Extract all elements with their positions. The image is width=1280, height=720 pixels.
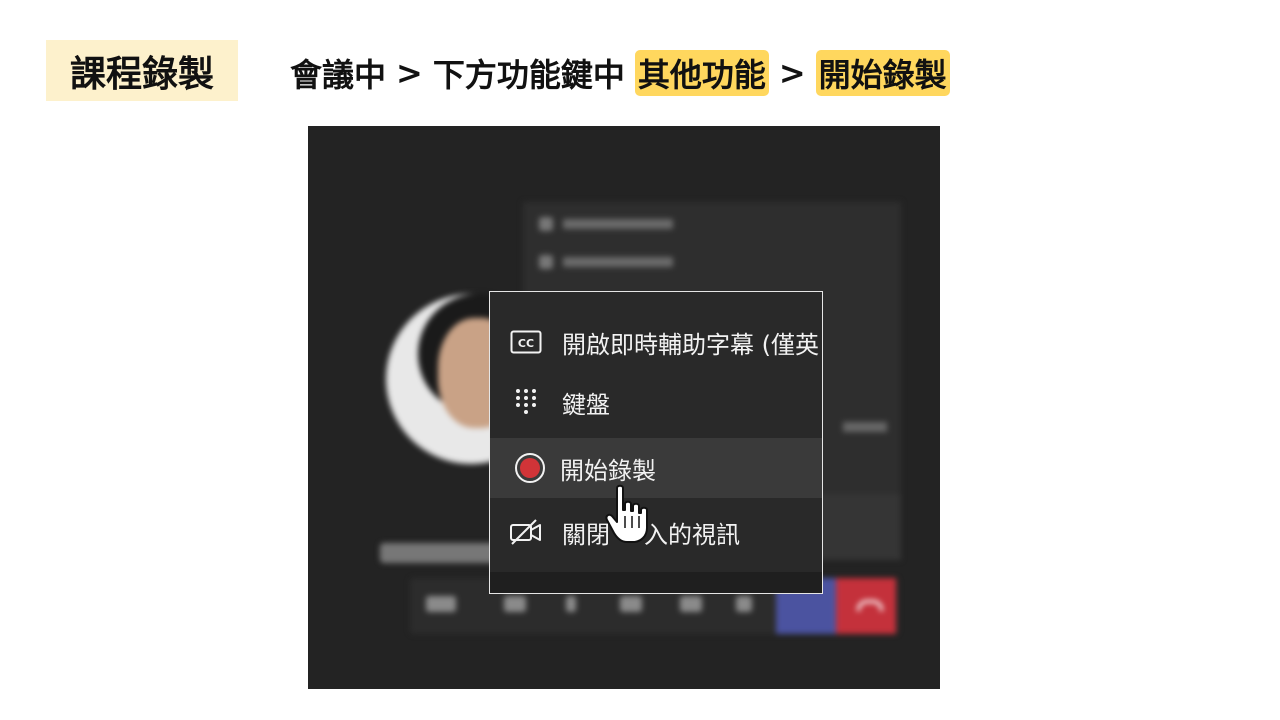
- menu-item-label: 開啟即時輔助字幕 (僅英: [562, 330, 819, 359]
- slide-title: 課程錄製: [46, 40, 238, 101]
- menu-item-label: 關閉: [562, 520, 610, 549]
- more-options-menu: CC 開啟即時輔助字幕 (僅英 鍵盤 開始錄製 關閉 入的視訊: [489, 291, 823, 594]
- camera-icon[interactable]: [504, 596, 526, 612]
- breadcrumb-start-recording: 開始錄製: [815, 50, 950, 96]
- hand-cursor-icon: [605, 484, 648, 543]
- raise-hand-icon[interactable]: [736, 596, 752, 612]
- microphone-icon[interactable]: [566, 596, 576, 612]
- menu-item-label-suffix: 入的視訊: [644, 520, 740, 549]
- keypad-icon: [490, 387, 562, 417]
- hang-up-button[interactable]: [836, 578, 896, 634]
- share-screen-icon[interactable]: [620, 596, 642, 612]
- menu-item-live-captions[interactable]: CC 開啟即時輔助字幕 (僅英: [490, 312, 822, 372]
- breadcrumb-separator: >: [778, 54, 806, 92]
- menu-item-start-recording[interactable]: 開始錄製: [490, 438, 822, 498]
- record-icon: [490, 452, 570, 484]
- more-options-icon[interactable]: [680, 596, 702, 612]
- breadcrumb-separator: >: [396, 54, 423, 92]
- breadcrumb-bottom-controls: 下方功能鍵中: [432, 56, 625, 94]
- breadcrumb: 會議中 > 下方功能鍵中 其他功能 > 開始錄製: [290, 50, 950, 96]
- menu-item-label: 鍵盤: [562, 390, 610, 419]
- closed-captions-icon: CC: [490, 330, 562, 354]
- video-off-icon: [490, 518, 562, 546]
- participant-name: [380, 543, 500, 563]
- breadcrumb-meeting: 會議中: [290, 56, 387, 94]
- timer-icon: [426, 596, 456, 612]
- menu-item-keypad[interactable]: 鍵盤: [490, 372, 822, 432]
- meeting-screenshot: CC 開啟即時輔助字幕 (僅英 鍵盤 開始錄製 關閉 入的視訊: [308, 126, 940, 689]
- svg-text:CC: CC: [518, 337, 534, 350]
- menu-item-turn-off-incoming-video[interactable]: 關閉 入的視訊: [490, 502, 822, 562]
- menu-item-label: 開始錄製: [560, 456, 656, 485]
- breadcrumb-more-options: 其他功能: [634, 50, 769, 96]
